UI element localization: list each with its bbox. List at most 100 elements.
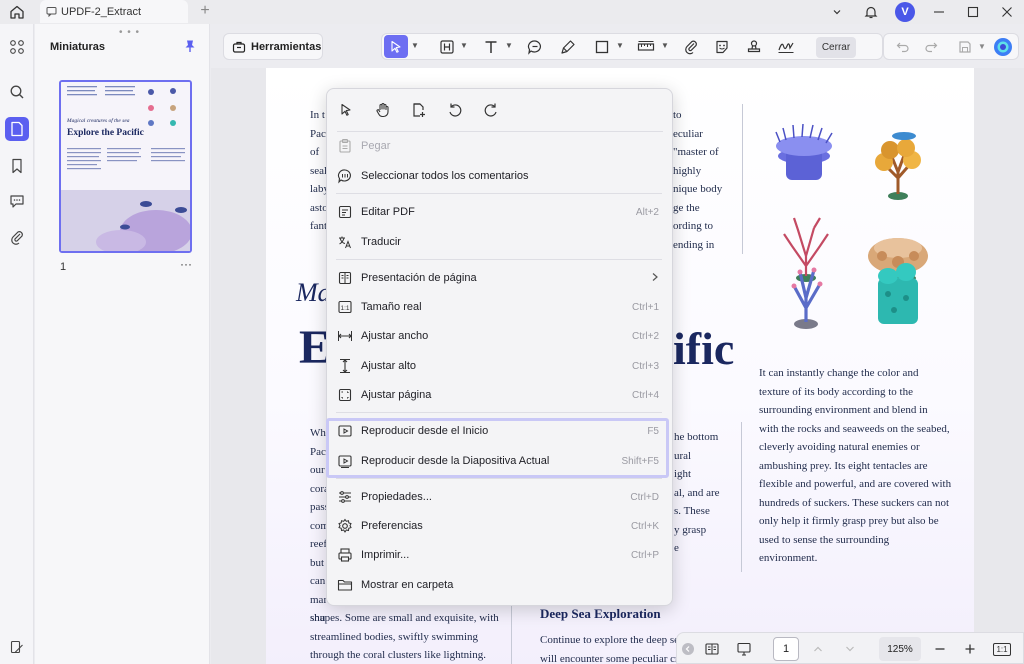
- rotate-right-icon: [484, 103, 497, 117]
- zoom-in-button[interactable]: [959, 638, 981, 660]
- document-tab-title: UPDF-2_Extract: [61, 5, 142, 18]
- thumbnails-button[interactable]: [5, 117, 29, 141]
- column-divider: [742, 104, 743, 254]
- submenu-chevron-icon: [651, 272, 659, 285]
- ai-assistant-button[interactable]: [992, 36, 1014, 58]
- bottom-navigation-bar: 1 125% 1:1: [676, 632, 1024, 664]
- menu-item-select-all-comments[interactable]: Seleccionar todos los comentarios: [327, 162, 671, 190]
- save-button[interactable]: [954, 36, 976, 58]
- measure-tool-dropdown[interactable]: ▼: [661, 41, 669, 50]
- layers-button[interactable]: [5, 635, 29, 659]
- document-tab[interactable]: UPDF-2_Extract: [40, 0, 188, 23]
- page-title-right: ific: [673, 323, 735, 374]
- home-button[interactable]: [6, 2, 28, 22]
- page-thumbnail[interactable]: Magical creatures of the sea Explore the…: [59, 80, 192, 253]
- svg-text:1:1: 1:1: [340, 305, 349, 312]
- signature-tool-button[interactable]: [774, 35, 798, 58]
- close-window-button[interactable]: [990, 0, 1024, 24]
- text-line: surrounding environment and blend in: [759, 404, 928, 416]
- stamp-tool-button[interactable]: [742, 35, 766, 58]
- quick-rotate-right-button[interactable]: [480, 99, 502, 121]
- page-number-input[interactable]: 1: [773, 637, 799, 661]
- select-tool-button[interactable]: [384, 35, 408, 58]
- menu-item-play-from-start[interactable]: Reproducir desde el Inicio F5: [327, 417, 671, 445]
- minimize-button[interactable]: [922, 0, 956, 24]
- sticker-tool-button[interactable]: [710, 35, 734, 58]
- maximize-icon: [967, 6, 979, 18]
- page-icon: [11, 121, 23, 137]
- menu-item-translate[interactable]: Traducir: [327, 228, 671, 256]
- quick-insert-page-button[interactable]: [408, 99, 430, 121]
- attach-tool-button[interactable]: [679, 35, 703, 58]
- new-tab-button[interactable]: +: [196, 2, 214, 20]
- actual-size-button[interactable]: 1:1: [991, 638, 1013, 660]
- menu-item-actual-size[interactable]: 1:1 Tamaño real Ctrl+1: [327, 293, 671, 321]
- gear-icon: [335, 516, 355, 536]
- quick-rotate-left-button[interactable]: [444, 99, 466, 121]
- account-button[interactable]: V: [888, 0, 922, 24]
- notifications-button[interactable]: [854, 0, 888, 24]
- menu-item-fit-page[interactable]: Ajustar página Ctrl+4: [327, 381, 671, 409]
- attachments-button[interactable]: [5, 225, 29, 249]
- text-line: cleverly avoiding natural enemies or: [759, 441, 920, 453]
- tools-button[interactable]: Herramientas: [223, 33, 323, 60]
- zoom-out-button[interactable]: [929, 638, 951, 660]
- shape-tool-dropdown[interactable]: ▼: [616, 41, 624, 50]
- menu-item-fit-width[interactable]: Ajustar ancho Ctrl+2: [327, 322, 671, 350]
- page-layout-view-button[interactable]: [701, 638, 723, 660]
- highlight-tool-button[interactable]: [556, 35, 580, 58]
- apps-button[interactable]: [5, 35, 29, 59]
- search-button[interactable]: [5, 80, 29, 104]
- previous-page-button[interactable]: [807, 638, 829, 660]
- history-tool-group: ▼: [883, 33, 1019, 60]
- presentation-button[interactable]: [733, 638, 755, 660]
- text-tool-button[interactable]: [479, 35, 503, 58]
- collapse-bar-button[interactable]: [677, 638, 699, 660]
- bookmarks-button[interactable]: [5, 154, 29, 178]
- pin-button[interactable]: [183, 39, 197, 56]
- properties-icon: [335, 487, 355, 507]
- quick-hand-button[interactable]: [372, 99, 394, 121]
- menu-item-shortcut: Ctrl+P: [630, 549, 659, 561]
- menu-item-show-in-folder[interactable]: Mostrar en carpeta: [327, 571, 671, 599]
- measure-tool-button[interactable]: [634, 35, 658, 58]
- next-page-button[interactable]: [839, 638, 861, 660]
- select-tool-dropdown[interactable]: ▼: [411, 41, 419, 50]
- comment-tool-button[interactable]: [523, 35, 547, 58]
- left-icon-rail: [0, 24, 34, 664]
- text-line: environment.: [759, 552, 818, 564]
- menu-item-properties[interactable]: Propiedades... Ctrl+D: [327, 483, 671, 511]
- menu-item-label: Propiedades...: [361, 491, 432, 503]
- folder-icon: [335, 575, 355, 595]
- menu-item-edit-pdf[interactable]: Editar PDF Alt+2: [327, 198, 671, 226]
- redo-button[interactable]: [920, 36, 942, 58]
- shape-tool-button[interactable]: [590, 35, 614, 58]
- menu-item-play-from-current[interactable]: Reproducir desde la Diapositiva Actual S…: [327, 447, 671, 475]
- text-line: shapes. Some are small and exquisite, wi…: [310, 612, 499, 624]
- menu-separator: [336, 259, 662, 260]
- text-box-dropdown[interactable]: ▼: [460, 41, 468, 50]
- quick-select-button[interactable]: [335, 99, 357, 121]
- comments-button[interactable]: [5, 189, 29, 213]
- save-dropdown[interactable]: ▼: [978, 42, 986, 51]
- text-box-tool-button[interactable]: [435, 35, 459, 58]
- maximize-button[interactable]: [956, 0, 990, 24]
- menu-item-page-layout[interactable]: Presentación de página: [327, 264, 671, 292]
- menu-item-fit-height[interactable]: Ajustar alto Ctrl+3: [327, 352, 671, 380]
- close-tools-button[interactable]: Cerrar: [816, 37, 856, 58]
- menu-item-preferences[interactable]: Preferencias Ctrl+K: [327, 512, 671, 540]
- menu-item-print[interactable]: Imprimir... Ctrl+P: [327, 541, 671, 569]
- text-tool-dropdown[interactable]: ▼: [505, 41, 513, 50]
- chevron-down-button[interactable]: [820, 0, 854, 24]
- menu-item-paste[interactable]: Pegar: [327, 132, 671, 160]
- comment-select-icon: [335, 166, 355, 186]
- zoom-level[interactable]: 125%: [879, 637, 921, 661]
- avatar: V: [895, 2, 915, 22]
- text-line: y grasp: [674, 523, 707, 536]
- thumbnails-title: Miniaturas: [50, 41, 106, 53]
- panel-grip[interactable]: • • •: [119, 27, 140, 38]
- undo-button[interactable]: [892, 36, 914, 58]
- comment-bubble-icon: [527, 39, 541, 55]
- fit-width-icon: [335, 326, 355, 346]
- thumbnail-more-button[interactable]: ···: [180, 257, 192, 271]
